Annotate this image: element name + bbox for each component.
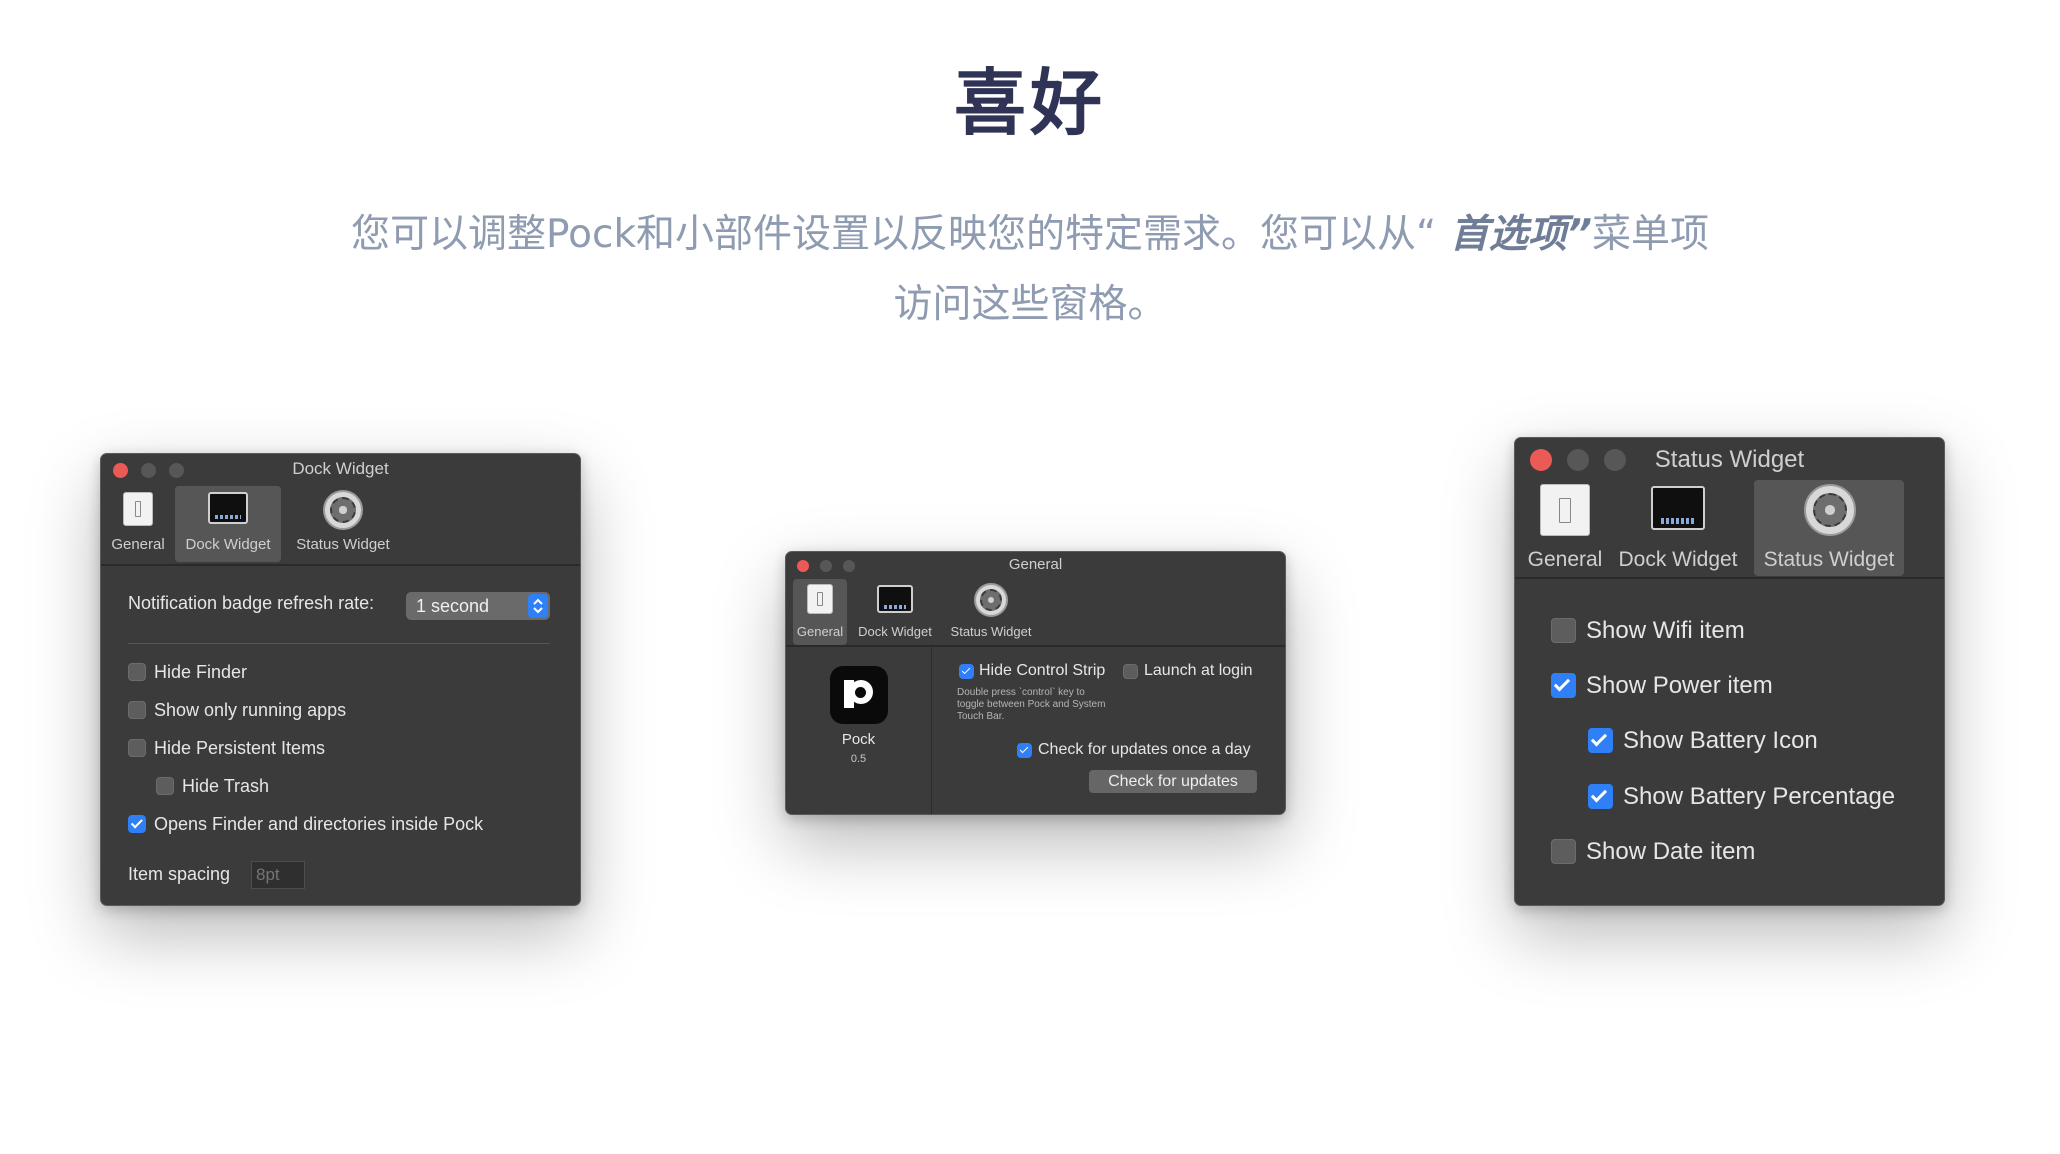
check-for-updates-button[interactable]: Check for updates [1089, 770, 1257, 793]
tab-status-widget[interactable]: Status Widget [1754, 480, 1904, 576]
tab-dock-widget[interactable]: Dock Widget [175, 486, 281, 562]
preferences-menu-emphasis: 首选项” [1436, 212, 1592, 257]
hide-control-strip-label: Hide Control Strip [979, 662, 1106, 679]
hide-control-strip-checkbox[interactable] [959, 664, 974, 679]
hide-trash-label: Hide Trash [182, 776, 270, 796]
gear-icon [1804, 484, 1856, 536]
general-window: General General Dock Widget Status Widge… [785, 551, 1286, 815]
close-icon[interactable] [113, 463, 128, 478]
tab-dock-widget[interactable]: Dock Widget [850, 579, 940, 645]
tab-dock-widget-label: Dock Widget [1618, 548, 1738, 571]
tab-general-label: General [111, 536, 165, 553]
show-wifi-item-checkbox[interactable] [1551, 618, 1576, 643]
tab-general[interactable]: General [1525, 480, 1605, 576]
tab-general-label: General [796, 624, 844, 639]
description-text-1: 您可以调整Pock和小部件设置以反映您的特定需求。您可以从“ [351, 212, 1437, 257]
hide-finder-checkbox[interactable] [128, 663, 146, 681]
tab-general[interactable]: General [108, 486, 168, 562]
tab-dock-widget[interactable]: Dock Widget [1613, 480, 1743, 576]
opens-finder-inside-pock-label: Opens Finder and directories inside Pock [154, 814, 484, 834]
minimize-icon[interactable] [820, 560, 832, 572]
toolbar-divider [1515, 577, 1944, 579]
general-switch-icon [123, 492, 153, 526]
status-widget-window: Status Widget General Dock Widget Status… [1514, 437, 1945, 906]
tab-status-widget-label: Status Widget [950, 624, 1032, 639]
tab-general[interactable]: General [793, 579, 847, 645]
hide-finder-label: Hide Finder [154, 662, 248, 682]
show-wifi-item-label: Show Wifi item [1586, 617, 1745, 644]
general-window-title: General [1008, 556, 1063, 573]
dock-widget-icon [877, 585, 913, 613]
item-spacing-input[interactable] [251, 861, 305, 889]
zoom-icon[interactable] [1604, 449, 1626, 471]
show-power-item-label: Show Power item [1586, 672, 1773, 699]
general-switch-icon [807, 584, 833, 614]
tab-status-widget[interactable]: Status Widget [287, 486, 399, 562]
hide-persistent-items-checkbox[interactable] [128, 739, 146, 757]
show-battery-percentage-checkbox[interactable] [1588, 784, 1613, 809]
zoom-icon[interactable] [843, 560, 855, 572]
item-spacing-label: Item spacing [128, 864, 231, 884]
tab-status-widget-label: Status Widget [1763, 548, 1895, 571]
launch-at-login-checkbox[interactable] [1123, 664, 1138, 679]
app-version: 0.5 [850, 753, 867, 765]
refresh-rate-select[interactable]: 1 second [406, 592, 550, 620]
show-battery-percentage-label: Show Battery Percentage [1623, 783, 1896, 810]
opens-finder-inside-pock-checkbox[interactable] [128, 815, 146, 833]
gear-icon [974, 583, 1008, 617]
control-strip-hint: Double press `control` key to toggle bet… [957, 687, 1106, 722]
zoom-icon[interactable] [169, 463, 184, 478]
show-running-apps-label: Show only running apps [154, 700, 347, 720]
check-updates-daily-checkbox[interactable] [1017, 743, 1032, 758]
tab-status-widget-label: Status Widget [296, 536, 390, 553]
toolbar-divider [786, 645, 1285, 647]
show-date-item-checkbox[interactable] [1551, 839, 1576, 864]
pock-app-logo [830, 666, 888, 724]
gear-icon [323, 490, 363, 530]
close-icon[interactable] [797, 560, 809, 572]
show-power-item-checkbox[interactable] [1551, 673, 1576, 698]
refresh-rate-value: 1 second [416, 596, 490, 616]
section-divider [128, 643, 550, 644]
show-battery-icon-label: Show Battery Icon [1623, 727, 1818, 754]
launch-at-login-label: Launch at login [1144, 662, 1253, 679]
general-window-titlebar: General [786, 552, 1285, 578]
status-window-title: Status Widget [1654, 446, 1805, 473]
dock-widget-window: Dock Widget General Dock Widget Status W… [100, 453, 581, 906]
app-name: Pock [841, 731, 876, 748]
show-date-item-label: Show Date item [1586, 838, 1756, 865]
check-updates-daily-label: Check for updates once a day [1038, 741, 1251, 758]
close-icon[interactable] [1530, 449, 1552, 471]
tab-dock-widget-label: Dock Widget [858, 624, 932, 639]
dock-widget-icon [1651, 486, 1705, 530]
hide-trash-checkbox[interactable] [156, 777, 174, 795]
tab-general-label: General [1527, 548, 1603, 571]
minimize-icon[interactable] [1567, 449, 1589, 471]
hide-persistent-items-label: Hide Persistent Items [154, 738, 326, 758]
page-description: 您可以调整Pock和小部件设置以反映您的特定需求。您可以从“ 首选项”菜单项访问… [340, 200, 1720, 340]
page-title: 喜好 [953, 61, 1106, 145]
show-running-apps-checkbox[interactable] [128, 701, 146, 719]
show-battery-icon-checkbox[interactable] [1588, 728, 1613, 753]
refresh-rate-label: Notification badge refresh rate: [128, 593, 375, 613]
dock-widget-icon [208, 492, 248, 524]
tab-status-widget[interactable]: Status Widget [943, 579, 1039, 645]
toolbar-divider [101, 564, 580, 566]
sidebar-divider [931, 647, 932, 814]
chevron-updown-icon [528, 594, 548, 618]
minimize-icon[interactable] [141, 463, 156, 478]
dock-window-title: Dock Widget [292, 459, 389, 478]
tab-dock-widget-label: Dock Widget [185, 536, 271, 553]
general-switch-icon [1540, 484, 1590, 536]
